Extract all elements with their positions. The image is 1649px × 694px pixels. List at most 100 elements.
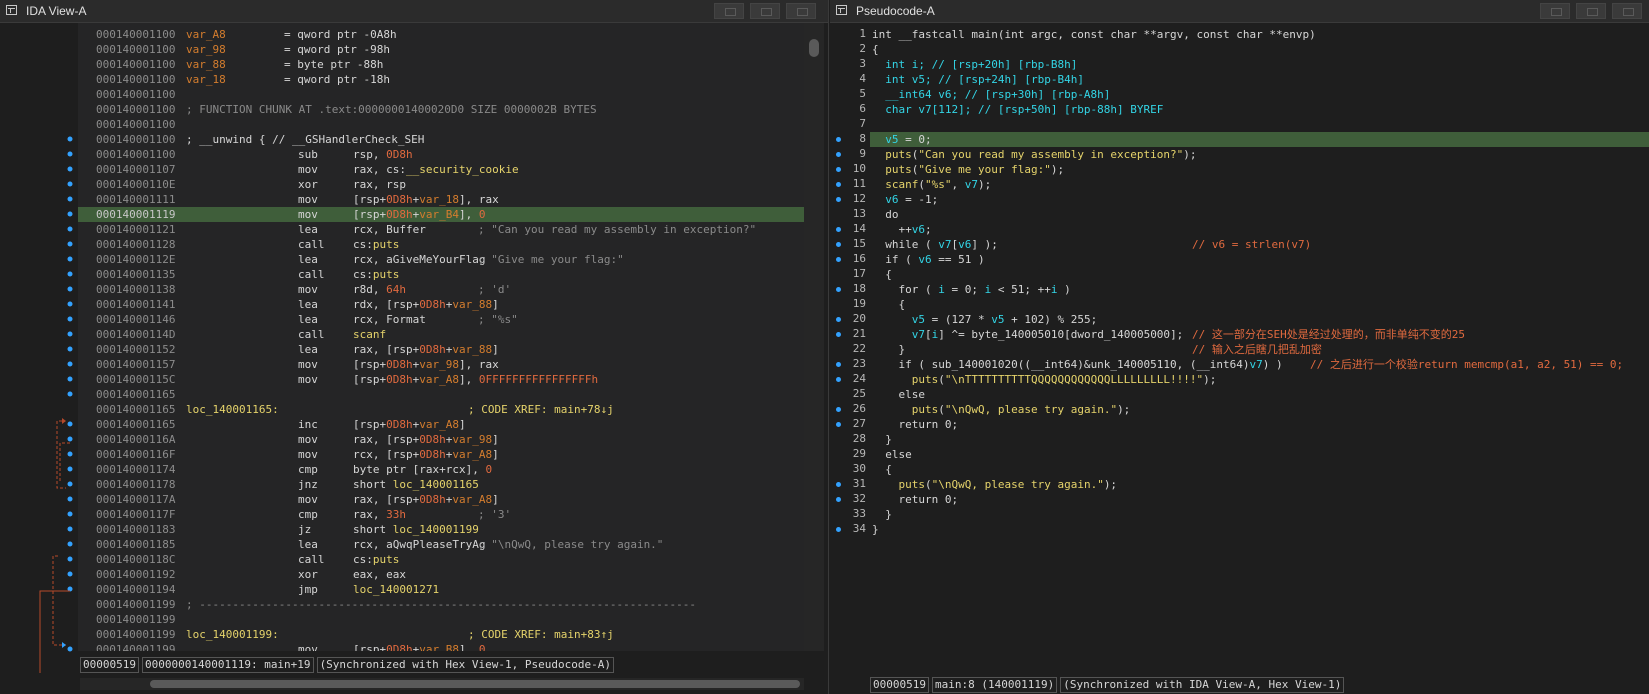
listing-line[interactable]: 000140001141 lea rdx, [rsp+0D8h+var_88] xyxy=(78,297,804,312)
listing-line[interactable]: 000140001199 loc_140001199: ; CODE XREF: m… xyxy=(78,627,804,642)
breakpoint-dot[interactable] xyxy=(836,167,841,172)
float-button[interactable] xyxy=(750,3,780,19)
listing-line[interactable]: 000140001100 var_98 = qword ptr -98h xyxy=(78,42,804,57)
breakpoint-dot[interactable] xyxy=(836,482,841,487)
breakpoint-dot[interactable] xyxy=(836,152,841,157)
listing-line[interactable]: 000140001111 mov [rsp+0D8h+var_18], rax xyxy=(78,192,804,207)
disassembly-listing[interactable]: 000140001100 var_A8 = qword ptr -0A8h 00014… xyxy=(78,23,804,651)
listing-line[interactable]: 00014000112E lea rcx, aGiveMeYourFlag; "Gi… xyxy=(78,252,804,267)
pseudocode-line[interactable] xyxy=(870,117,1649,132)
breakpoint-dot[interactable] xyxy=(836,182,841,187)
listing-line[interactable]: 000140001157 mov [rsp+0D8h+var_98], rax xyxy=(78,357,804,372)
listing-line[interactable]: 000140001100 ; __unwind { // __GSHandlerC… xyxy=(78,132,804,147)
listing-line[interactable]: 000140001165 inc [rsp+0D8h+var_A8] xyxy=(78,417,804,432)
pseudocode-line[interactable]: } xyxy=(870,522,1649,537)
restore-button[interactable] xyxy=(1540,3,1570,19)
vertical-scrollbar[interactable] xyxy=(804,23,824,651)
breakpoint-dot[interactable] xyxy=(836,287,841,292)
listing-line[interactable]: 00014000115C mov [rsp+0D8h+var_A8], 0FFFFF… xyxy=(78,372,804,387)
pseudocode-line[interactable]: v5 = (127 * v5 + 102) % 255; xyxy=(870,312,1649,327)
listing-line[interactable]: 000140001119 mov [rsp+0D8h+var_B4], 0 xyxy=(78,207,804,222)
listing-line[interactable]: 000140001199 xyxy=(78,612,804,627)
close-button[interactable] xyxy=(1612,3,1642,19)
pseudocode-line[interactable]: } xyxy=(870,507,1649,522)
pseudocode-line[interactable]: { xyxy=(870,42,1649,57)
pseudocode-line[interactable]: while ( v7[v6] ); // v6 = strlen(v7) xyxy=(870,237,1649,252)
breakpoint-dot[interactable] xyxy=(836,242,841,247)
pseudocode-line[interactable]: return 0; xyxy=(870,492,1649,507)
close-button[interactable] xyxy=(786,3,816,19)
listing-line[interactable]: 00014000117F cmp rax, 33h ; '3' xyxy=(78,507,804,522)
breakpoint-dot[interactable] xyxy=(836,332,841,337)
breakpoint-dot[interactable] xyxy=(836,377,841,382)
pseudocode-line[interactable]: { xyxy=(870,297,1649,312)
breakpoint-dot[interactable] xyxy=(836,527,841,532)
pseudocode-line[interactable]: __int64 v6; // [rsp+30h] [rbp-A8h] xyxy=(870,87,1649,102)
pseudocode-line[interactable]: v6 = -1; xyxy=(870,192,1649,207)
pseudocode-line[interactable]: do xyxy=(870,207,1649,222)
pseudocode-line[interactable]: puts("Can you read my assembly in except… xyxy=(870,147,1649,162)
listing-line[interactable]: 00014000117A mov rax, [rsp+0D8h+var_A8] xyxy=(78,492,804,507)
pseudocode-line[interactable]: else xyxy=(870,387,1649,402)
breakpoint-dot[interactable] xyxy=(836,257,841,262)
pseudocode-line[interactable]: ++v6; xyxy=(870,222,1649,237)
listing-line[interactable]: 000140001100 var_88 = byte ptr -88h xyxy=(78,57,804,72)
listing-line[interactable]: 000140001107 mov rax, cs:__security_cookie xyxy=(78,162,804,177)
pseudocode-line[interactable]: v7[i] ^= byte_140005010[dword_140005000]… xyxy=(870,327,1649,342)
listing-line[interactable]: 00014000110E xor rax, rsp xyxy=(78,177,804,192)
listing-line[interactable]: 00014000114D call scanf xyxy=(78,327,804,342)
listing-line[interactable]: 000140001165 xyxy=(78,387,804,402)
pseudocode-line[interactable]: else xyxy=(870,447,1649,462)
pseudocode-line[interactable]: } xyxy=(870,432,1649,447)
breakpoint-dot[interactable] xyxy=(836,227,841,232)
breakpoint-dot[interactable] xyxy=(836,407,841,412)
pseudocode-line[interactable]: char v7[112]; // [rsp+50h] [rbp-88h] BYR… xyxy=(870,102,1649,117)
listing-line[interactable]: 000140001121 lea rcx, Buffer ; "Can you rea… xyxy=(78,222,804,237)
pseudocode-line[interactable]: if ( sub_140001020((__int64)&unk_1400051… xyxy=(870,357,1649,372)
listing-line[interactable]: 000140001138 mov r8d, 64h ; 'd' xyxy=(78,282,804,297)
pseudocode-line[interactable]: puts("\nQwQ, please try again."); xyxy=(870,477,1649,492)
listing-line[interactable]: 000140001100 var_18 = qword ptr -18h xyxy=(78,72,804,87)
listing-line[interactable]: 00014000116F mov rcx, [rsp+0D8h+var_A8] xyxy=(78,447,804,462)
listing-line[interactable]: 000140001183 jz short loc_140001199 xyxy=(78,522,804,537)
breakpoint-dot[interactable] xyxy=(836,422,841,427)
listing-line[interactable]: 000140001100 xyxy=(78,117,804,132)
pseudocode-line[interactable]: } // 输入之后瞎几把乱加密 xyxy=(870,342,1649,357)
breakpoint-dot[interactable] xyxy=(836,362,841,367)
pseudocode-line[interactable]: scanf("%s", v7); xyxy=(870,177,1649,192)
listing-line[interactable]: 000140001178 jnz short loc_140001165 xyxy=(78,477,804,492)
pseudocode-line[interactable]: puts("\nQwQ, please try again."); xyxy=(870,402,1649,417)
pseudocode-line[interactable]: int v5; // [rsp+24h] [rbp-B4h] xyxy=(870,72,1649,87)
listing-line[interactable]: 000140001192 xor eax, eax xyxy=(78,567,804,582)
listing-line[interactable]: 000140001135 call cs:puts xyxy=(78,267,804,282)
pseudocode-line[interactable]: for ( i = 0; i < 51; ++i ) xyxy=(870,282,1649,297)
listing-line[interactable]: 000140001199 ; --------------------------… xyxy=(78,597,804,612)
listing-line[interactable]: 000140001100 xyxy=(78,87,804,102)
listing-line[interactable]: 000140001100 var_A8 = qword ptr -0A8h xyxy=(78,27,804,42)
breakpoint-dot[interactable] xyxy=(836,197,841,202)
listing-line[interactable]: 000140001185 lea rcx, aQwqPleaseTryAg; "\n… xyxy=(78,537,804,552)
listing-line[interactable]: 000140001199 mov [rsp+0D8h+var_B8], 0 xyxy=(78,642,804,651)
hscroll-thumb[interactable] xyxy=(150,680,800,688)
listing-line[interactable]: 00014000116A mov rax, [rsp+0D8h+var_98] xyxy=(78,432,804,447)
restore-button[interactable] xyxy=(714,3,744,19)
listing-line[interactable]: 000140001146 lea rcx, Format ; "%s" xyxy=(78,312,804,327)
listing-line[interactable]: 000140001100 ; FUNCTION CHUNK AT .text:00… xyxy=(78,102,804,117)
pseudocode-line[interactable]: v5 = 0; xyxy=(870,132,1649,147)
breakpoint-dot[interactable] xyxy=(836,137,841,142)
scroll-thumb[interactable] xyxy=(809,39,819,57)
pseudocode-line[interactable]: int i; // [rsp+20h] [rbp-B8h] xyxy=(870,57,1649,72)
listing-line[interactable]: 00014000118C call cs:puts xyxy=(78,552,804,567)
horizontal-scrollbar[interactable] xyxy=(80,678,804,690)
pseudocode-line[interactable]: int __fastcall main(int argc, const char… xyxy=(870,27,1649,42)
listing-line[interactable]: 000140001174 cmp byte ptr [rax+rcx], 0 xyxy=(78,462,804,477)
breakpoint-dot[interactable] xyxy=(836,497,841,502)
pseudocode-line[interactable]: if ( v6 == 51 ) xyxy=(870,252,1649,267)
pseudocode-line[interactable]: puts("\nTTTTTTTTTTQQQQQQQQQQQQLLLLLLLLL!… xyxy=(870,372,1649,387)
listing-line[interactable]: 000140001165 loc_140001165: ; CODE XREF: m… xyxy=(78,402,804,417)
listing-line[interactable]: 000140001194 jmp loc_140001271 xyxy=(78,582,804,597)
pseudocode-line[interactable]: return 0; xyxy=(870,417,1649,432)
listing-line[interactable]: 000140001128 call cs:puts xyxy=(78,237,804,252)
pseudocode-line[interactable]: puts("Give me your flag:"); xyxy=(870,162,1649,177)
float-button[interactable] xyxy=(1576,3,1606,19)
